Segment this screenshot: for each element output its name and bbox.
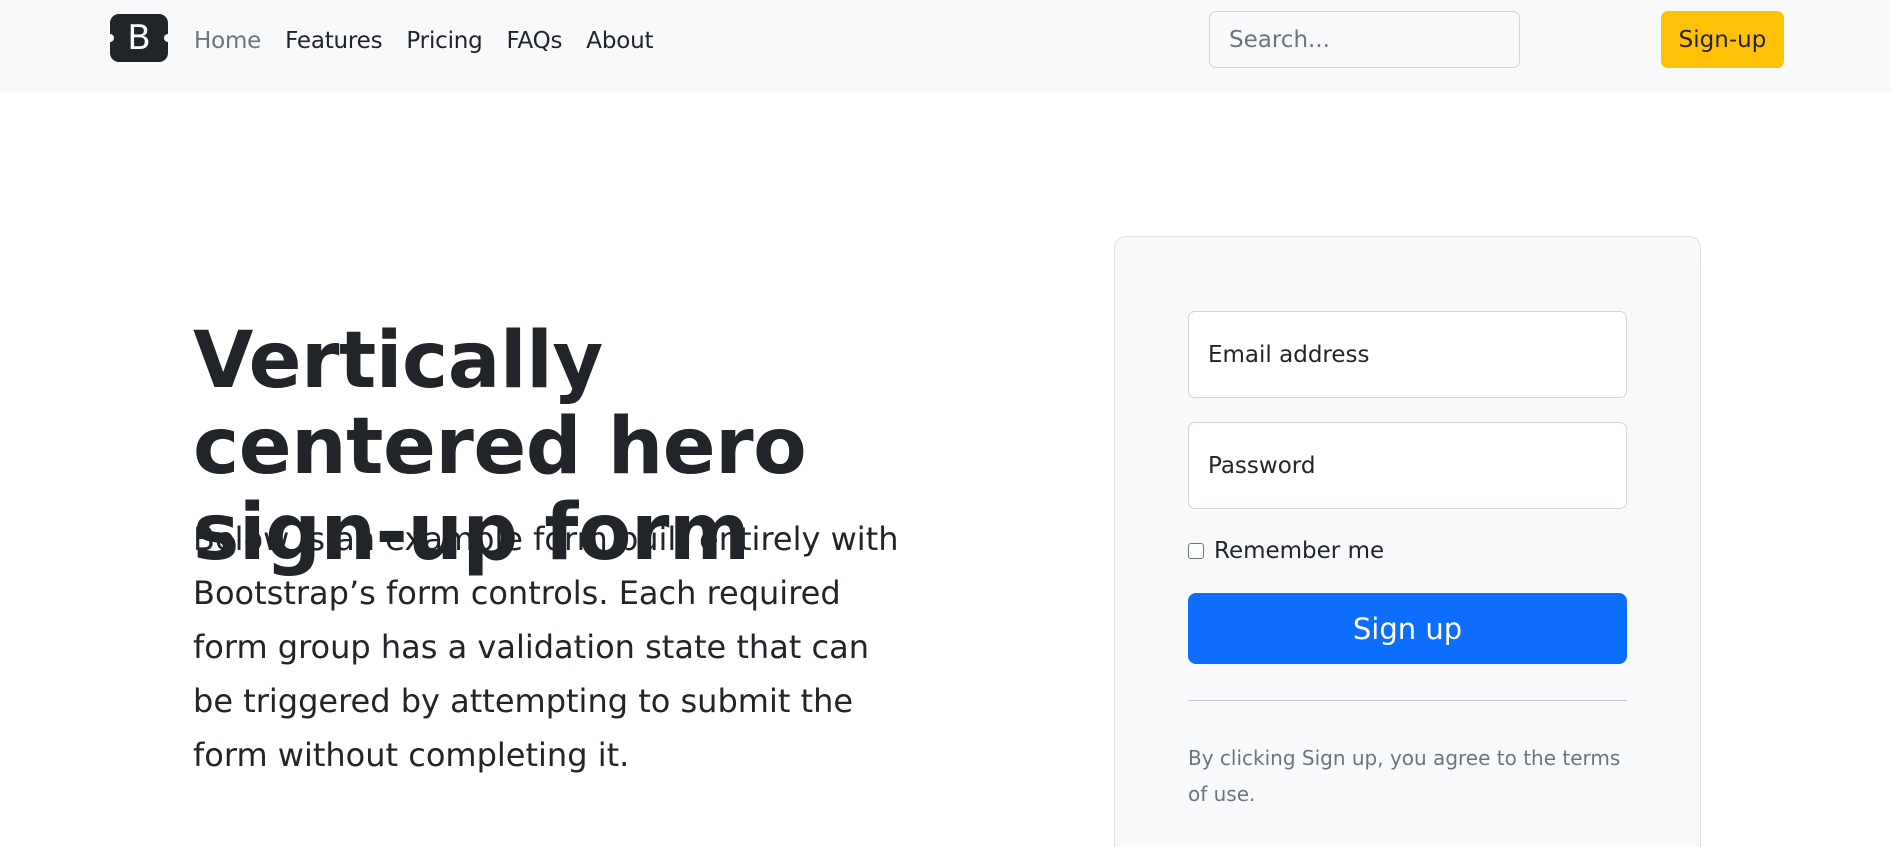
nav-link-home[interactable]: Home [194,24,261,58]
remember-me-label: Remember me [1214,538,1385,564]
password-field-label: Password [1208,452,1316,479]
email-field-label: Email address [1208,341,1370,368]
form-divider [1188,700,1627,701]
signup-submit-button[interactable]: Sign up [1188,593,1627,664]
password-field[interactable]: Password [1188,422,1627,509]
terms-text: By clicking Sign up, you agree to the te… [1188,746,1621,806]
hero-description: Below is an example form built entirely … [193,520,899,774]
nav-link-faqs[interactable]: FAQs [507,24,563,58]
remember-me-row[interactable]: Remember me [1188,538,1384,564]
nav-link-pricing[interactable]: Pricing [406,24,482,58]
nav-link-about[interactable]: About [586,24,653,58]
nav-link-features[interactable]: Features [285,24,382,58]
navbar: B Home Features Pricing FAQs About Sign-… [0,0,1891,93]
header-signup-button[interactable]: Sign-up [1661,11,1784,68]
search-input[interactable] [1209,11,1520,68]
bootstrap-logo-icon[interactable]: B [108,14,170,62]
email-field[interactable]: Email address [1188,311,1627,398]
remember-me-checkbox[interactable] [1188,543,1204,559]
main-nav: Home Features Pricing FAQs About [194,24,677,58]
